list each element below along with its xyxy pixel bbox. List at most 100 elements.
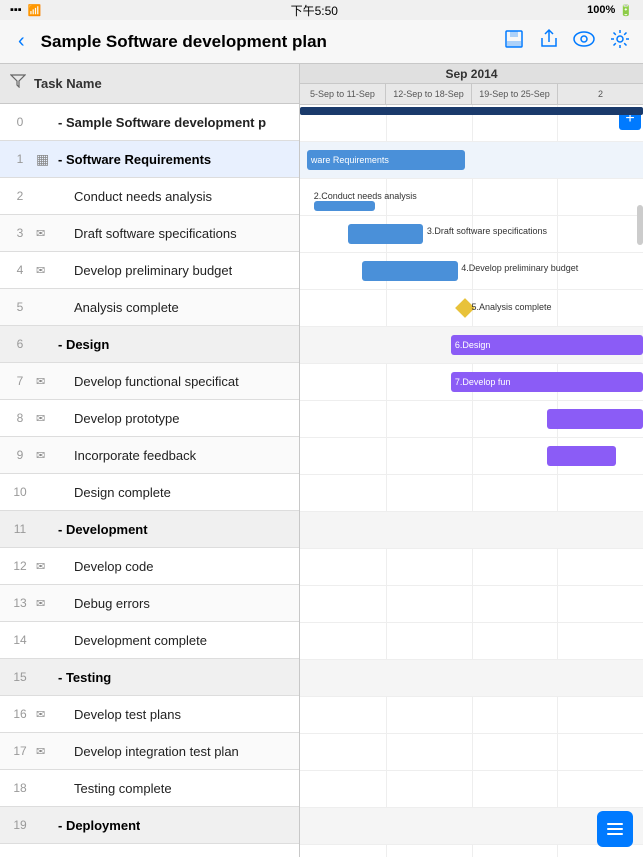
gantt-week-2: 12-Sep to 18-Sep: [386, 84, 472, 104]
row-label: Develop preliminary budget: [74, 263, 232, 278]
gantt-bar-9: [547, 446, 616, 466]
gantt-row-8: [300, 401, 643, 438]
share-button[interactable]: [539, 28, 559, 56]
task-panel: Task Name 0 - Sample Software developmen…: [0, 64, 300, 857]
gantt-row-0: [300, 105, 643, 142]
battery-percent: 100%: [587, 4, 615, 16]
table-row: 14 Development complete: [0, 622, 299, 659]
row-label: Develop prototype: [74, 411, 180, 426]
bottom-action-button[interactable]: [597, 811, 633, 847]
gantt-row-14: [300, 623, 643, 660]
row-label: - Development: [58, 522, 148, 537]
table-row: 6 - Design: [0, 326, 299, 363]
row-number: 8: [8, 411, 32, 425]
row-number: 11: [8, 522, 32, 536]
battery-icon: 🔋: [619, 4, 633, 17]
gantt-row-17: [300, 734, 643, 771]
filter-icon[interactable]: [10, 74, 26, 93]
table-row: 4 ✉ Develop preliminary budget: [0, 252, 299, 289]
gantt-bar-3: [348, 224, 423, 244]
row-number: 6: [8, 337, 32, 351]
row-number: 15: [8, 670, 32, 684]
row-label: - Deployment: [58, 818, 140, 833]
gantt-row-1: ware Requirements: [300, 142, 643, 179]
row-icon: ▦: [36, 151, 54, 168]
gantt-bar-requirements: ware Requirements: [307, 150, 465, 170]
row-number: 9: [8, 448, 32, 462]
email-icon: ✉: [36, 560, 54, 573]
gantt-row-11: [300, 512, 643, 549]
row-number: 19: [8, 818, 32, 832]
back-button[interactable]: ‹: [12, 26, 31, 57]
row-label: Develop test plans: [74, 707, 181, 722]
wifi-icon: 📶: [28, 4, 42, 17]
gantt-row-7: 7.Develop fun: [300, 364, 643, 401]
gantt-row-4: 4.Develop preliminary budget: [300, 253, 643, 290]
row-label: Testing complete: [74, 781, 172, 796]
email-icon: ✉: [36, 412, 54, 425]
table-row: 1 ▦ - Software Requirements: [0, 141, 299, 178]
row-label: Develop integration test plan: [74, 744, 239, 759]
bar-label-3: 3.Draft software specifications: [427, 226, 547, 236]
table-row: 0 - Sample Software development p: [0, 104, 299, 141]
email-icon: ✉: [36, 708, 54, 721]
row-label: - Testing: [58, 670, 111, 685]
status-left: ▪▪▪ 📶: [10, 4, 41, 17]
gantt-row-12: [300, 549, 643, 586]
table-row: 7 ✉ Develop functional specificat: [0, 363, 299, 400]
task-name-header: Task Name: [34, 76, 102, 91]
table-row: 19 - Deployment: [0, 807, 299, 844]
email-icon: ✉: [36, 264, 54, 277]
row-label: Analysis complete: [74, 300, 179, 315]
row-number: 12: [8, 559, 32, 573]
gantt-body: ware Requirements 2.Conduct needs analys…: [300, 105, 643, 857]
gantt-scrollbar[interactable]: [637, 205, 643, 245]
row-number: 10: [8, 485, 32, 499]
table-row: 18 Testing complete: [0, 770, 299, 807]
bar-label: 7.Develop fun: [455, 377, 511, 387]
row-label: - Design: [58, 337, 109, 352]
signal-icon: ▪▪▪: [10, 4, 22, 16]
row-number: 5: [8, 300, 32, 314]
main-content: Task Name 0 - Sample Software developmen…: [0, 64, 643, 857]
email-icon: ✉: [36, 449, 54, 462]
gantt-row-15: [300, 660, 643, 697]
bar-label-4: 4.Develop preliminary budget: [461, 263, 578, 273]
table-row: 20 ✉: [0, 844, 299, 857]
gantt-row-10: [300, 475, 643, 512]
table-row: 17 ✉ Develop integration test plan: [0, 733, 299, 770]
table-row: 16 ✉ Develop test plans: [0, 696, 299, 733]
gantt-week-4: 2: [558, 84, 643, 104]
gantt-row-3: 3.Draft software specifications: [300, 216, 643, 253]
row-number: 3: [8, 226, 32, 240]
table-row: 13 ✉ Debug errors: [0, 585, 299, 622]
status-right: 100% 🔋: [587, 4, 633, 17]
table-row: 15 - Testing: [0, 659, 299, 696]
email-icon: ✉: [36, 597, 54, 610]
row-label: Incorporate feedback: [74, 448, 196, 463]
table-row: 11 - Development: [0, 511, 299, 548]
settings-button[interactable]: [609, 28, 631, 56]
gantt-week-1: 5-Sep to 11-Sep: [300, 84, 386, 104]
gantt-bar-design: 6.Design: [451, 335, 643, 355]
row-number: 14: [8, 633, 32, 647]
filter-row: Task Name: [0, 64, 299, 104]
page-title: Sample Software development plan: [41, 32, 493, 52]
row-number: 1: [8, 152, 32, 166]
status-bar: ▪▪▪ 📶 下午5:50 100% 🔋: [0, 0, 643, 20]
gantt-row-13: [300, 586, 643, 623]
row-number: 18: [8, 781, 32, 795]
view-button[interactable]: [573, 30, 595, 53]
gantt-row-5: 5.Analysis complete: [300, 290, 643, 327]
save-button[interactable]: [503, 28, 525, 56]
gantt-bar-7: 7.Develop fun: [451, 372, 643, 392]
email-icon: ✉: [36, 227, 54, 240]
gantt-row-6: 6.Design: [300, 327, 643, 364]
gantt-bar-8: [547, 409, 643, 429]
row-label: Develop code: [74, 559, 154, 574]
bar-label-2: 2.Conduct needs analysis: [314, 191, 417, 201]
gantt-row-20: [300, 845, 643, 857]
task-list[interactable]: 0 - Sample Software development p 1 ▦ - …: [0, 104, 299, 857]
gantt-bar-2: [314, 201, 376, 211]
email-icon: ✉: [36, 375, 54, 388]
